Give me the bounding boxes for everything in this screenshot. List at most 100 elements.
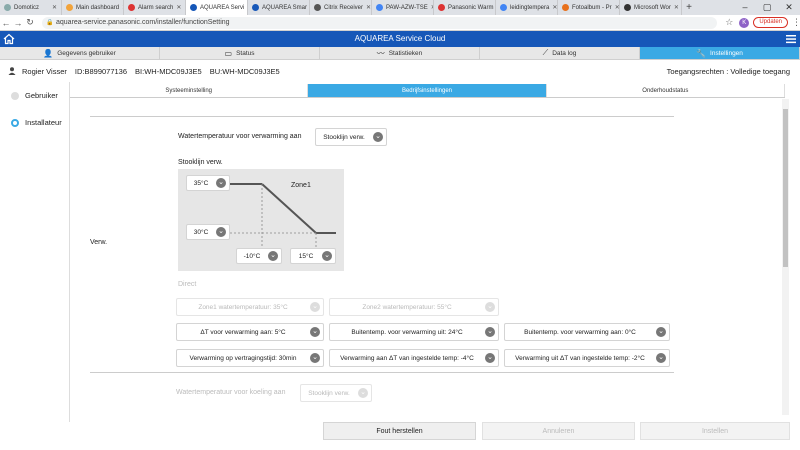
close-icon[interactable]: ✕ (615, 4, 619, 11)
chevron-down-icon: ⌄ (310, 327, 320, 337)
nav-data-log[interactable]: ⟋ Data log (480, 47, 640, 59)
chevron-down-icon: ⌄ (216, 227, 226, 237)
chevron-down-icon: ⌄ (216, 178, 226, 188)
browser-tab[interactable]: Alarm search ✕ (124, 0, 186, 15)
star-icon[interactable]: ☆ (723, 17, 735, 28)
close-icon[interactable]: ✕ (674, 4, 679, 11)
direct-label: Direct (178, 281, 197, 288)
close-icon[interactable]: ✕ (176, 4, 181, 11)
user-bi: BI:WH-MDC09J3E5 (135, 66, 202, 76)
dropdown-value: ΔT voor verwarming aan: 5°C (200, 328, 286, 336)
off-delta-dropdown[interactable]: Verwarming uit ΔT van ingestelde temp: -… (504, 349, 670, 367)
reset-error-button[interactable]: Fout herstellen (323, 422, 476, 440)
zone1-temp-dropdown: Zone1 watertemperatuur: 35°C ⌄ (176, 298, 324, 316)
browser-tabstrip: Domoticz✕ Main dashboard✕ Alarm search✕ … (0, 0, 800, 15)
delta-t-dropdown[interactable]: ΔT voor verwarming aan: 5°C ⌄ (176, 323, 324, 341)
outdoor-on-dropdown[interactable]: Buitentemp. voor verwarming aan: 0°C ⌄ (504, 323, 670, 341)
maximize-icon[interactable]: ▢ (756, 0, 778, 15)
high-water-temp-dropdown[interactable]: 35°C ⌄ (186, 175, 230, 191)
close-window-icon[interactable]: ✕ (778, 0, 800, 15)
delay-dropdown[interactable]: Verwarming op vertragingstijd: 30min ⌄ (176, 349, 324, 367)
browser-tab[interactable]: PAW-AZW-TSE✕ (372, 0, 434, 15)
scrollbar[interactable] (782, 99, 789, 415)
dropdown-value: Zone2 watertemperatuur: 55°C (362, 303, 452, 311)
browser-tab-active[interactable]: AQUAREA Servi✕ (186, 0, 248, 15)
browser-tab[interactable]: Domoticz ✕ (0, 0, 62, 15)
chevron-down-icon: ⌄ (656, 353, 666, 363)
update-button[interactable]: Updaten (753, 17, 788, 28)
tab-favicon-icon (190, 4, 197, 11)
radio-icon (11, 91, 19, 100)
chevron-down-icon: ⌄ (268, 251, 278, 261)
reload-icon[interactable]: ↻ (24, 17, 36, 28)
tab-label: leidingtempera (510, 4, 550, 11)
browser-tab[interactable]: Citrix Receiver ✕ (310, 0, 372, 15)
app-title: AQUAREA Service Cloud (354, 34, 446, 43)
low-outdoor-temp-dropdown[interactable]: -10°C ⌄ (236, 248, 282, 264)
nav-label: Instellingen (710, 49, 743, 57)
scrollbar-thumb[interactable] (783, 109, 788, 267)
hamburger-menu-icon[interactable] (786, 34, 796, 44)
nav-instellingen[interactable]: 🔧 Instellingen (640, 47, 800, 59)
minimize-icon[interactable]: – (734, 0, 756, 15)
curve-slope-segment (261, 183, 317, 234)
tab-onderhoudstatus[interactable]: Onderhoudstatus (546, 84, 785, 97)
apply-button[interactable]: Instellen (640, 422, 790, 440)
nav-statistieken[interactable]: 〰 Statistieken (320, 47, 480, 59)
browser-tab[interactable]: AQUAREA Smar✕ (248, 0, 310, 15)
nav-gegevens-gebruiker[interactable]: 👤 Gegevens gebruiker (0, 47, 160, 59)
chevron-down-icon: ⌄ (485, 353, 495, 363)
browser-tab[interactable]: Microsoft Wor ✕ (620, 0, 682, 15)
chevron-down-icon: ⌄ (322, 251, 332, 261)
person-icon: 👤 (43, 48, 54, 58)
cooling-water-temp-label: Watertemperatuur voor koeling aan (176, 389, 286, 396)
back-icon[interactable]: ← (0, 18, 12, 28)
cancel-button[interactable]: Annuleren (482, 422, 635, 440)
close-icon[interactable]: ✕ (52, 4, 57, 11)
address-bar: ← → ↻ aquarea-service.panasonic.com/inst… (0, 15, 800, 31)
chevron-down-icon: ⌄ (373, 132, 383, 142)
user-bu: BU:WH-MDC09J3E5 (209, 66, 280, 76)
tab-label: PAW-AZW-TSE (386, 4, 428, 11)
outdoor-off-dropdown[interactable]: Buitentemp. voor verwarming uit: 24°C ⌄ (329, 323, 499, 341)
browser-tab[interactable]: Panasonic Warm✕ (434, 0, 496, 15)
tab-favicon-icon (4, 4, 11, 11)
new-tab-button[interactable]: + (682, 0, 696, 15)
menu-dots-icon[interactable]: ⋮ (792, 17, 800, 28)
dropdown-value: 35°C (193, 179, 209, 187)
cooling-water-temp-dropdown: Stooklijn verw. ⌄ (300, 384, 372, 402)
chevron-down-icon: ⌄ (358, 388, 368, 398)
person-icon (8, 67, 16, 75)
sidebar-item-label: Installateur (25, 118, 62, 127)
dropdown-value: 15°C (298, 252, 314, 260)
high-outdoor-temp-dropdown[interactable]: 15°C ⌄ (290, 248, 336, 264)
close-icon[interactable]: ✕ (366, 4, 371, 11)
tab-systeeminstelling[interactable]: Systeeminstelling (70, 84, 309, 97)
tab-favicon-icon (314, 4, 321, 11)
divider (90, 116, 674, 117)
graph-icon: ⟋ (542, 48, 549, 57)
browser-tab[interactable]: Main dashboard✕ (62, 0, 124, 15)
chart-icon: 〰 (376, 48, 385, 58)
browser-tab[interactable]: leidingtempera ✕ (496, 0, 558, 15)
browser-tab[interactable]: Fotoalbum - Pr ✕ (558, 0, 620, 15)
nav-status[interactable]: ▭ Status (160, 47, 320, 59)
tab-bedrijfsinstellingen[interactable]: Bedrijfsinstellingen (308, 84, 547, 97)
nav-label: Gegevens gebruiker (57, 49, 116, 57)
access-rights: Toegangsrechten : Volledige toegang (666, 66, 790, 76)
url-field[interactable]: aquarea-service.panasonic.com/installer/… (42, 16, 718, 29)
sidebar-item-installateur[interactable]: Installateur (0, 109, 69, 136)
dropdown-value: 30°C (193, 228, 209, 236)
low-water-temp-dropdown[interactable]: 30°C ⌄ (186, 224, 230, 240)
heating-water-temp-dropdown[interactable]: Stooklijn verw. ⌄ (315, 128, 387, 146)
close-icon[interactable]: ✕ (552, 4, 557, 11)
dropdown-value: Zone1 watertemperatuur: 35°C (198, 303, 288, 311)
forward-icon[interactable]: → (12, 18, 24, 28)
tab-favicon-icon (562, 4, 569, 11)
sidebar-item-gebruiker[interactable]: Gebruiker (0, 82, 69, 109)
action-bar: Fout herstellen Annuleren Instellen (70, 415, 790, 450)
on-delta-dropdown[interactable]: Verwarming aan ΔT van ingestelde temp: -… (329, 349, 499, 367)
tab-favicon-icon (66, 4, 73, 11)
tab-label: Domoticz (14, 4, 40, 11)
profile-avatar[interactable]: K (739, 17, 750, 28)
